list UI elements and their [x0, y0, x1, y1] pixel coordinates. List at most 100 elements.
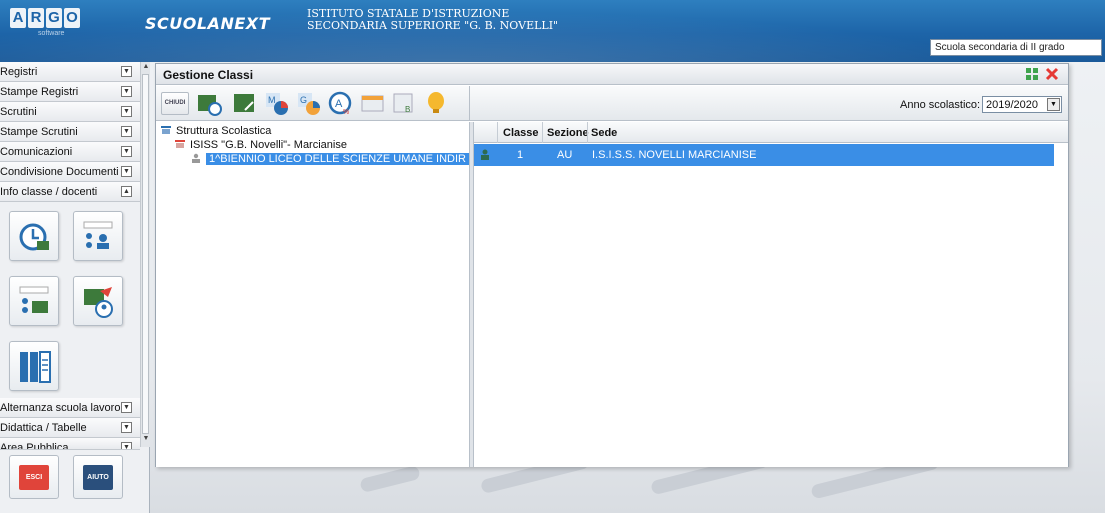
sidebar-item-comunicazioni[interactable]: Comunicazioni ▼	[0, 142, 140, 162]
sidebar-item-label: Scrutini	[0, 106, 37, 118]
sidebar-item-label: Stampe Registri	[0, 86, 79, 98]
orario-classe-icon[interactable]	[195, 90, 222, 117]
media-voti-icon[interactable]: M	[263, 90, 290, 117]
chevron-down-icon[interactable]: ▼	[121, 402, 132, 413]
anno-scolastico-select[interactable]: 2019/2020 ▼	[982, 96, 1062, 113]
classes-grid: Classe Sezione Sede 1 AU I.S.I.S.S. NOVE…	[474, 122, 1068, 467]
svg-text:G: G	[300, 95, 307, 105]
sidebar-item-label: Registri	[0, 66, 38, 78]
student-list-icon	[19, 286, 49, 313]
brand-name: SCUOLANEXT	[145, 14, 271, 33]
app-header: A R G O software SCUOLANEXT ISTITUTO STA…	[0, 0, 1105, 62]
argo-logo: A R G O	[10, 8, 80, 28]
orario-tile[interactable]	[9, 211, 59, 261]
sidebar-item-stampe-registri[interactable]: Stampe Registri ▼	[0, 82, 140, 102]
scroll-down-icon[interactable]: ▼	[142, 435, 150, 444]
chevron-down-icon[interactable]: ▼	[121, 442, 132, 449]
bacheca-tile[interactable]	[9, 341, 59, 391]
cell-classe: 1	[517, 149, 524, 161]
logo-subtitle: software	[38, 30, 65, 37]
chevron-down-icon[interactable]: ▼	[121, 166, 132, 177]
docenti-classe-tile[interactable]	[73, 211, 123, 261]
anno-scolastico-label: Anno scolastico:	[900, 99, 981, 111]
sidebar-item-condivisione-documenti[interactable]: Condivisione Documenti ▼	[0, 162, 140, 182]
close-icon[interactable]	[1045, 67, 1059, 81]
logo-letter: A	[10, 8, 26, 28]
sidebar-item-didattica[interactable]: Didattica / Tabelle ▼	[0, 418, 140, 438]
lightbulb-icon[interactable]	[423, 90, 450, 117]
sidebar-item-area-pubblica[interactable]: Area Pubblica ▼	[0, 438, 140, 450]
sidebar-item-label: Condivisione Documenti	[0, 166, 119, 178]
building-icon	[161, 126, 171, 134]
tree-node-school[interactable]: ISISS "G.B. Novelli"- Marcianise	[174, 139, 347, 153]
chevron-up-icon[interactable]: ▲	[121, 186, 132, 197]
logo-letter: G	[46, 8, 62, 28]
scroll-up-icon[interactable]: ▲	[142, 63, 150, 72]
tree-node-label: ISISS "G.B. Novelli"- Marcianise	[190, 139, 347, 151]
sidebar-item-info-classe-docenti[interactable]: Info classe / docenti ▲	[0, 182, 140, 202]
chevron-down-icon[interactable]: ▼	[121, 86, 132, 97]
elenco-alunni-tile[interactable]	[9, 276, 59, 326]
cell-sezione: AU	[557, 149, 573, 161]
sidebar-item-scrutini[interactable]: Scrutini ▼	[0, 102, 140, 122]
school-line-2: SECONDARIA SUPERIORE "G. B. NOVELLI"	[307, 19, 559, 32]
ricevimento-tile[interactable]	[73, 276, 123, 326]
aiuto-label: AIUTO	[83, 465, 113, 490]
grid-header: Classe Sezione Sede	[474, 122, 1068, 143]
sidebar-scrollbar[interactable]: ▲ ▼	[140, 62, 150, 447]
grafico-icon[interactable]: G	[295, 90, 322, 117]
chevron-down-icon[interactable]: ▼	[121, 126, 132, 137]
window-title: Gestione Classi	[163, 68, 254, 82]
column-divider	[542, 122, 543, 143]
sidebar-item-label: Info classe / docenti	[0, 186, 98, 198]
column-divider	[587, 122, 588, 143]
table-row[interactable]: 1 AU I.S.I.S.S. NOVELLI MARCIANISE	[474, 144, 1054, 166]
chevron-down-icon[interactable]: ▼	[1047, 98, 1060, 111]
class-icon	[192, 153, 200, 163]
tree-node-class[interactable]: 1^BIENNIO LICEO DELLE SCIENZE UMANE INDI…	[190, 153, 502, 167]
calendario-icon[interactable]	[359, 90, 386, 117]
column-header-classe[interactable]: Classe	[503, 127, 538, 139]
sidebar-item-label: Alternanza scuola lavoro	[0, 402, 121, 414]
anno-scolastico-value: 2019/2020	[986, 99, 1038, 111]
sidebar-item-label: Comunicazioni	[0, 146, 73, 158]
gestione-classi-window: Gestione Classi CHIUDI M G A % B Anno sc…	[155, 63, 1069, 467]
sidebar-item-label: Area Pubblica	[0, 442, 69, 450]
tree-node-root[interactable]: Struttura Scolastica	[160, 125, 271, 139]
chevron-down-icon[interactable]: ▼	[121, 146, 132, 157]
sidebar-item-registri[interactable]: Registri ▼	[0, 62, 140, 82]
classe-b-icon[interactable]: B	[391, 90, 418, 117]
svg-text:M: M	[268, 95, 276, 105]
column-divider	[497, 122, 498, 143]
column-header-sede[interactable]: Sede	[591, 127, 617, 139]
svg-text:%: %	[343, 109, 349, 116]
assenze-icon[interactable]: A %	[327, 90, 354, 117]
sidebar-item-label: Didattica / Tabelle	[0, 422, 87, 434]
svg-text:B: B	[405, 105, 410, 114]
maximize-icon[interactable]	[1025, 67, 1039, 81]
sidebar: Registri ▼ Stampe Registri ▼ Scrutini ▼ …	[0, 62, 150, 513]
chevron-down-icon[interactable]: ▼	[121, 106, 132, 117]
school-name: ISTITUTO STATALE D'ISTRUZIONE SECONDARIA…	[307, 8, 558, 32]
window-titlebar: Gestione Classi	[156, 64, 1068, 85]
aiuto-button[interactable]: AIUTO	[73, 455, 123, 499]
registro-icon[interactable]	[231, 90, 258, 117]
tree-node-label: 1^BIENNIO LICEO DELLE SCIENZE UMANE INDI…	[206, 153, 502, 165]
meeting-icon	[84, 287, 113, 318]
sidebar-item-label: Stampe Scrutini	[0, 126, 78, 138]
chiudi-button[interactable]: CHIUDI	[161, 92, 189, 115]
scroll-thumb[interactable]	[142, 74, 149, 434]
esci-label: ESCI	[19, 465, 49, 490]
sidebar-item-alternanza[interactable]: Alternanza scuola lavoro ▼	[0, 398, 140, 418]
logo-letter: O	[64, 8, 80, 28]
chevron-down-icon[interactable]: ▼	[121, 422, 132, 433]
chevron-down-icon[interactable]: ▼	[121, 66, 132, 77]
teachers-icon	[83, 221, 113, 249]
column-header-sezione[interactable]: Sezione	[547, 127, 589, 139]
toolbar: CHIUDI M G A % B Anno scolastico: 2019/2…	[156, 86, 1068, 121]
esci-button[interactable]: ESCI	[9, 455, 59, 499]
background-stripe	[359, 464, 421, 494]
sidebar-item-stampe-scrutini[interactable]: Stampe Scrutini ▼	[0, 122, 140, 142]
school-type-select[interactable]: Scuola secondaria di II grado	[930, 39, 1102, 56]
clock-icon	[19, 223, 49, 251]
